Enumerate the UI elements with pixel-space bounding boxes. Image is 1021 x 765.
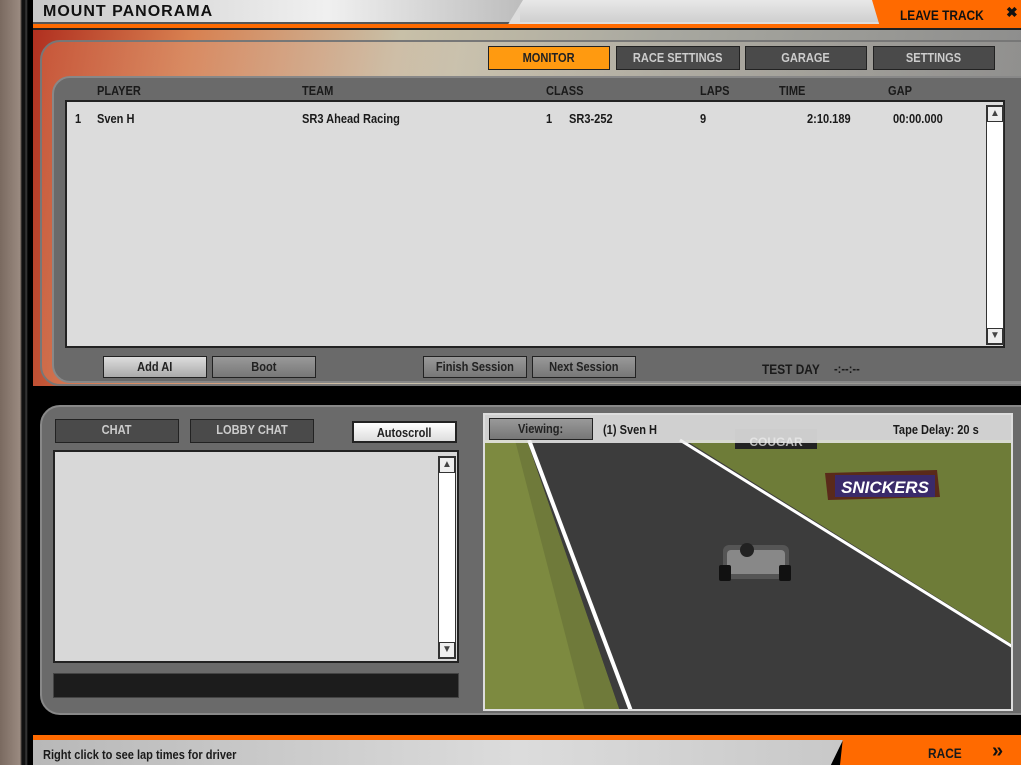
snickers-sign: SNICKERS xyxy=(841,478,930,497)
tab-garage[interactable]: GARAGE xyxy=(745,46,867,70)
scroll-up-icon[interactable]: ▲ xyxy=(987,106,1003,122)
row-team: SR3 Ahead Racing xyxy=(302,111,400,126)
row-position: 1 xyxy=(75,111,82,126)
chat-input[interactable] xyxy=(53,673,459,698)
track-camera-view: SNICKERS COUGAR xyxy=(485,415,1011,709)
row-time: 2:10.189 xyxy=(807,111,851,126)
forward-chevrons-icon: » xyxy=(992,740,1004,762)
race-label: RACE xyxy=(928,745,962,761)
button-label: Finish Session xyxy=(436,359,514,374)
col-team[interactable]: TEAM xyxy=(302,83,333,98)
left-edge xyxy=(0,0,33,765)
col-player[interactable]: PLAYER xyxy=(97,83,141,98)
track-name: MOUNT PANORAMA xyxy=(43,3,214,20)
tab-chat[interactable]: CHAT xyxy=(55,419,179,443)
live-viewer: SNICKERS COUGAR Viewing: (1) Sven H Tape… xyxy=(483,413,1013,711)
viewer-header: Viewing: (1) Sven H Tape Delay: 20 s xyxy=(485,415,1011,443)
add-ai-button[interactable]: Add AI xyxy=(103,356,207,378)
checkered-icon: ✖ xyxy=(1006,4,1018,20)
tab-settings[interactable]: SETTINGS xyxy=(873,46,995,70)
row-gap: 00:00.000 xyxy=(893,111,943,126)
tab-label: RACE SETTINGS xyxy=(633,50,723,65)
scroll-down-icon[interactable]: ▼ xyxy=(987,328,1003,344)
button-label: Boot xyxy=(251,359,277,374)
button-label: Add AI xyxy=(137,359,173,374)
session-name: TEST DAY xyxy=(762,361,820,377)
accent-line xyxy=(33,735,1021,740)
col-gap[interactable]: GAP xyxy=(888,83,912,98)
tab-monitor[interactable]: MONITOR xyxy=(488,46,610,70)
leave-track-label: LEAVE TRACK xyxy=(900,7,984,23)
col-time[interactable]: TIME xyxy=(779,83,805,98)
finish-session-button[interactable]: Finish Session xyxy=(423,356,527,378)
viewed-driver: (1) Sven H xyxy=(603,422,658,437)
scroll-up-icon[interactable]: ▲ xyxy=(439,457,455,473)
standings-scrollbar[interactable]: ▲ ▼ xyxy=(986,105,1004,345)
race-car xyxy=(719,543,791,581)
track-title-tab: MOUNT PANORAMA xyxy=(33,0,523,24)
row-class-position: 1 xyxy=(546,111,553,126)
button-label: Autoscroll xyxy=(377,425,432,440)
tab-label: MONITOR xyxy=(523,50,575,65)
session-time: -:--:-- xyxy=(834,361,860,376)
tab-label: CHAT xyxy=(102,422,132,437)
autoscroll-toggle[interactable]: Autoscroll xyxy=(352,421,457,443)
button-label: Viewing: xyxy=(518,421,564,436)
scroll-down-icon[interactable]: ▼ xyxy=(439,642,455,658)
col-class[interactable]: CLASS xyxy=(546,83,583,98)
col-laps[interactable]: LAPS xyxy=(700,83,729,98)
boot-button[interactable]: Boot xyxy=(212,356,316,378)
row-laps: 9 xyxy=(700,111,707,126)
status-bar: Right click to see lap times for driver xyxy=(33,740,843,765)
button-label: Next Session xyxy=(549,359,619,374)
tape-delay: Tape Delay: 20 s xyxy=(893,422,979,437)
race-button[interactable]: RACE » xyxy=(840,740,1021,765)
status-hint: Right click to see lap times for driver xyxy=(43,747,237,762)
chat-messages: ▲ ▼ xyxy=(53,450,459,663)
table-row[interactable]: 1 Sven H SR3 Ahead Racing 1 SR3-252 9 2:… xyxy=(67,111,985,129)
row-class: SR3-252 xyxy=(569,111,613,126)
chat-scrollbar[interactable]: ▲ ▼ xyxy=(438,456,456,659)
tab-label: LOBBY CHAT xyxy=(216,422,288,437)
next-session-button[interactable]: Next Session xyxy=(532,356,636,378)
tab-lobby-chat[interactable]: LOBBY CHAT xyxy=(190,419,314,443)
row-player: Sven H xyxy=(97,111,135,126)
viewing-button[interactable]: Viewing: xyxy=(489,418,593,440)
top-bar-middle xyxy=(520,0,880,22)
tab-race-settings[interactable]: RACE SETTINGS xyxy=(616,46,740,70)
tab-label: GARAGE xyxy=(781,50,831,65)
tab-label: SETTINGS xyxy=(906,50,962,65)
standings-list: 1 Sven H SR3 Ahead Racing 1 SR3-252 9 2:… xyxy=(65,100,1005,348)
